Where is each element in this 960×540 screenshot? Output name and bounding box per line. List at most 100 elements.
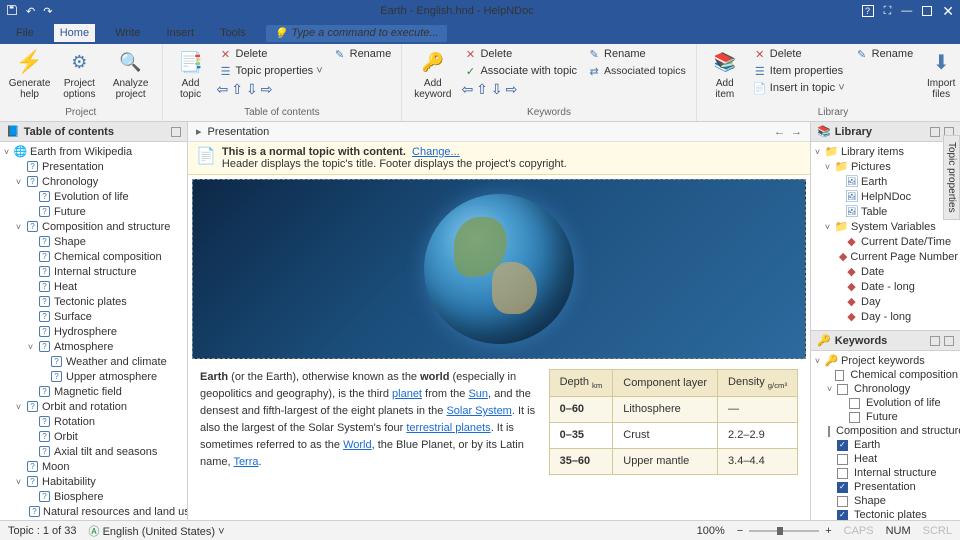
keyword-item[interactable]: Chemical composition [813, 368, 958, 382]
toc-tree[interactable]: ˅🌐Earth from Wikipedia?Presentation˅?Chr… [0, 142, 187, 540]
topic-properties-tab[interactable]: Topic properties [943, 135, 960, 220]
zoom-slider[interactable] [749, 530, 819, 532]
library-item[interactable]: ◆Current Date/Time [813, 234, 958, 249]
toc-item[interactable]: ?Chemical composition [2, 249, 185, 264]
keyword-item[interactable]: Shape [813, 494, 958, 508]
nav-forward-icon[interactable]: → [791, 126, 802, 138]
library-item[interactable]: 🖼HelpNDoc [813, 189, 958, 204]
editor-area[interactable]: Depth kmComponent layerDensity g/cm³ 0–6… [188, 175, 810, 540]
library-item[interactable]: ◆Current Page Number [813, 249, 958, 264]
move-up-icon[interactable]: ⇧ [231, 81, 243, 98]
undo-icon[interactable]: ↶ [26, 5, 35, 18]
library-item[interactable]: ˅📁Pictures [813, 159, 958, 174]
add-topic-button[interactable]: 📑Add topic [171, 46, 211, 102]
associated-topics-button[interactable]: ⇄Associated topics [585, 63, 688, 79]
link-terra[interactable]: Terra [233, 456, 258, 468]
add-item-button[interactable]: 📚Add item [705, 46, 745, 102]
rename-item-button[interactable]: ✎Rename [853, 46, 916, 62]
nav-back-icon[interactable]: ← [774, 126, 785, 138]
breadcrumb-expand-icon[interactable]: ▸ [196, 125, 202, 138]
library-item[interactable]: ˅📁Library items [813, 144, 958, 159]
toc-item[interactable]: ?Heat [2, 279, 185, 294]
toc-item[interactable]: ˅?Chronology [2, 174, 185, 189]
keywords-tree[interactable]: ˅🔑Project keywordsChemical composition˅C… [811, 351, 960, 539]
toc-item[interactable]: ˅?Orbit and rotation [2, 399, 185, 414]
minimize-icon[interactable]: — [901, 5, 912, 17]
toc-item[interactable]: ?Weather and climate [2, 354, 185, 369]
project-options-button[interactable]: ⚙Project options [57, 46, 102, 102]
keyword-item[interactable]: ˅Chronology [813, 382, 958, 396]
keywords-close-icon[interactable] [944, 336, 954, 346]
library-item[interactable]: ◆Date [813, 264, 958, 279]
save-icon[interactable] [6, 4, 18, 19]
add-keyword-button[interactable]: 🔑Add keyword [410, 46, 455, 102]
delete-topic-button[interactable]: ✕Delete [217, 46, 325, 62]
toc-item[interactable]: ?Magnetic field [2, 384, 185, 399]
toc-item[interactable]: ˅?Composition and structure [2, 219, 185, 234]
toc-item[interactable]: ?Orbit [2, 429, 185, 444]
toc-item[interactable]: ?Natural resources and land use [2, 504, 185, 519]
help-icon[interactable]: ? [862, 5, 874, 17]
library-item[interactable]: ◆Day [813, 294, 958, 309]
toc-item[interactable]: ˅?Atmosphere [2, 339, 185, 354]
tab-file[interactable]: File [10, 24, 40, 42]
toc-item[interactable]: ?Internal structure [2, 264, 185, 279]
move-left-icon[interactable]: ⇦ [217, 81, 229, 98]
toc-item[interactable]: ?Evolution of life [2, 189, 185, 204]
keywords-pin-icon[interactable] [930, 336, 940, 346]
kw-right-icon[interactable]: ⇨ [506, 81, 518, 98]
panel-pin-icon[interactable] [171, 127, 181, 137]
maximize-icon[interactable] [922, 6, 932, 16]
toc-item[interactable]: ˅?Habitability [2, 474, 185, 489]
change-link[interactable]: Change... [412, 146, 460, 158]
toc-item[interactable]: ?Biosphere [2, 489, 185, 504]
keyword-item[interactable]: Heat [813, 452, 958, 466]
keyword-item[interactable]: Presentation [813, 480, 958, 494]
kw-left-icon[interactable]: ⇦ [461, 81, 473, 98]
insert-in-topic-button[interactable]: 📄Insert in topic ˅ [751, 80, 847, 96]
rename-keyword-button[interactable]: ✎Rename [585, 46, 688, 62]
fullscreen-icon[interactable]: ⛶ [884, 5, 892, 18]
library-item[interactable]: 🖼Table [813, 204, 958, 219]
toc-item[interactable]: ˅🌐Earth from Wikipedia [2, 144, 185, 159]
keyword-item[interactable]: Internal structure [813, 466, 958, 480]
toc-item[interactable]: ?Rotation [2, 414, 185, 429]
toc-item[interactable]: ?Axial tilt and seasons [2, 444, 185, 459]
toc-item[interactable]: ?Hydrosphere [2, 324, 185, 339]
keyword-item[interactable]: Evolution of life [813, 396, 958, 410]
tab-home[interactable]: Home [54, 24, 95, 42]
keyword-item[interactable]: Future [813, 410, 958, 424]
toc-item[interactable]: ?Future [2, 204, 185, 219]
close-icon[interactable]: ✕ [942, 3, 954, 20]
kw-up-icon[interactable]: ⇧ [476, 81, 488, 98]
library-tree[interactable]: ˅📁Library items˅📁Pictures🖼Earth🖼HelpNDoc… [811, 142, 960, 330]
topic-properties-button[interactable]: ☰Topic properties ˅ [217, 63, 325, 79]
library-item[interactable]: ˅📁System Variables [813, 219, 958, 234]
toc-item[interactable]: ?Tectonic plates [2, 294, 185, 309]
rename-topic-button[interactable]: ✎Rename [331, 46, 394, 62]
library-item[interactable]: 🖼Earth [813, 174, 958, 189]
library-item[interactable]: ◆Date - long [813, 279, 958, 294]
keyword-item[interactable]: Composition and structure [813, 424, 958, 438]
toc-item[interactable]: ?Presentation [2, 159, 185, 174]
delete-item-button[interactable]: ✕Delete [751, 46, 847, 62]
link-solar-system[interactable]: Solar System [446, 405, 511, 417]
delete-keyword-button[interactable]: ✕Delete [461, 46, 579, 62]
zoom-in-icon[interactable]: + [825, 525, 831, 537]
toc-item[interactable]: ?Moon [2, 459, 185, 474]
move-right-icon[interactable]: ⇨ [261, 81, 273, 98]
link-terrestrial[interactable]: terrestrial planets [406, 422, 490, 434]
analyze-project-button[interactable]: 🔍Analyze project [108, 46, 154, 102]
toc-item[interactable]: ?Upper atmosphere [2, 369, 185, 384]
keyword-root[interactable]: ˅🔑Project keywords [813, 353, 958, 368]
link-world[interactable]: World [343, 439, 372, 451]
toc-item[interactable]: ?Shape [2, 234, 185, 249]
redo-icon[interactable]: ↷ [43, 5, 52, 18]
zoom-out-icon[interactable]: − [737, 525, 743, 537]
import-files-button[interactable]: ⬇Import files [921, 46, 960, 102]
tell-me-input[interactable]: 💡Type a command to execute... [266, 25, 447, 42]
generate-help-button[interactable]: ⚡Generate help [8, 46, 51, 102]
item-properties-button[interactable]: ☰Item properties [751, 63, 847, 79]
link-sun[interactable]: Sun [468, 388, 488, 400]
toc-item[interactable]: ?Surface [2, 309, 185, 324]
